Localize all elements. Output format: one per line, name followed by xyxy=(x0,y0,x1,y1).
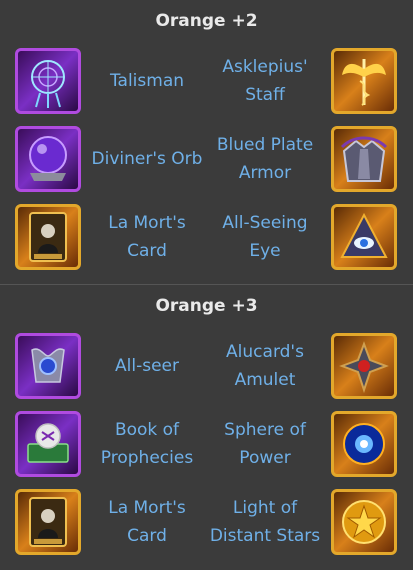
item-row: Book of Prophecies Sphere of Power xyxy=(0,405,413,483)
dreamcatcher-talisman-icon xyxy=(15,48,81,114)
item-name: Asklepius' Staff xyxy=(222,57,308,105)
item-row: La Mort's Card Light of Distant Stars xyxy=(0,483,413,561)
death-tarot-card-icon xyxy=(15,489,81,555)
item-name: Book of Prophecies xyxy=(100,420,194,468)
item-name: All-Seeing Eye xyxy=(222,213,308,261)
section-title: Orange +2 xyxy=(155,11,258,31)
golden-star-coin-icon xyxy=(331,489,397,555)
plate-armor-icon xyxy=(331,126,397,192)
item-row: All-seer Alucard's Amulet xyxy=(0,327,413,405)
item-name: Alucard's Amulet xyxy=(226,342,304,390)
item-name: La Mort's Card xyxy=(108,213,186,261)
section-orange-2: Orange +2 Talisman Asklepius' Staff Divi… xyxy=(0,0,413,285)
item-name: Talisman xyxy=(109,71,185,91)
item-name: All-seer xyxy=(115,356,179,376)
death-tarot-card-icon xyxy=(15,204,81,270)
item-name: Sphere of Power xyxy=(224,420,306,468)
item-name: La Mort's Card xyxy=(108,498,186,546)
power-sphere-icon xyxy=(331,411,397,477)
prophecy-book-icon xyxy=(15,411,81,477)
item-row: Talisman Asklepius' Staff xyxy=(0,42,413,120)
spiked-amulet-icon xyxy=(331,333,397,399)
winged-staff-icon xyxy=(331,48,397,114)
item-name: Diviner's Orb xyxy=(91,149,203,169)
item-name: Light of Distant Stars xyxy=(209,498,321,546)
crystal-orb-icon xyxy=(15,126,81,192)
section-orange-3: Orange +3 All-seer Alucard's Amulet Book… xyxy=(0,285,413,561)
item-row: Diviner's Orb Blued Plate Armor xyxy=(0,120,413,198)
item-name: Blued Plate Armor xyxy=(216,135,314,183)
item-row: La Mort's Card All-Seeing Eye xyxy=(0,198,413,276)
winged-eye-orb-icon xyxy=(15,333,81,399)
section-title: Orange +3 xyxy=(155,296,258,316)
pyramid-eye-icon xyxy=(331,204,397,270)
